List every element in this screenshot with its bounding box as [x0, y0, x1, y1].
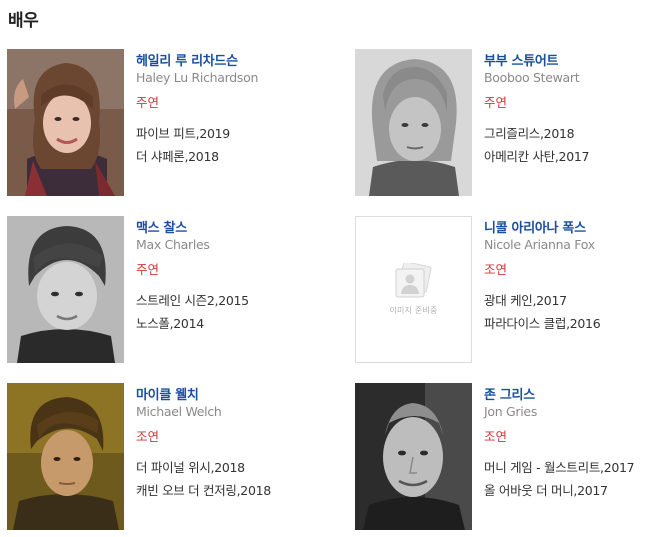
- filmography-link[interactable]: 캐빈 오브 더 컨저링,2018: [136, 480, 271, 499]
- actor-role: 주연: [484, 95, 508, 110]
- actor-portrait-image: [7, 49, 124, 196]
- filmography-link[interactable]: 더 파이널 위시,2018: [136, 457, 245, 476]
- actor-role: 조연: [136, 429, 160, 444]
- actor-card: 이미지 준비중 니콜 아리아나 폭스 Nicole Arianna Fox 조연…: [355, 216, 662, 366]
- filmography-link[interactable]: 노스폴,2014: [136, 313, 204, 332]
- actor-role: 조연: [484, 429, 508, 444]
- image-placeholder-icon: [395, 263, 432, 298]
- filmography-link[interactable]: 아메리칸 사탄,2017: [484, 146, 589, 165]
- actor-card: 맥스 찰스 Max Charles 주연 스트레인 시즌2,2015 노스폴,2…: [7, 216, 327, 366]
- filmography-link[interactable]: 머니 게임 - 월스트리트,2017: [484, 457, 635, 476]
- actor-photo[interactable]: [7, 49, 124, 196]
- actor-name-link[interactable]: 니콜 아리아나 폭스: [484, 217, 586, 236]
- actor-portrait-image: [7, 216, 124, 363]
- actor-name-link[interactable]: 부부 스튜어트: [484, 50, 558, 69]
- actor-name-link[interactable]: 마이클 웰치: [136, 384, 199, 403]
- filmography-link[interactable]: 올 어바웃 더 머니,2017: [484, 480, 608, 499]
- filmography-link[interactable]: 더 샤페론,2018: [136, 146, 219, 165]
- photo-placeholder[interactable]: 이미지 준비중: [355, 216, 472, 363]
- filmography-link[interactable]: 그리즐리스,2018: [484, 123, 575, 142]
- actor-photo[interactable]: [7, 216, 124, 363]
- actor-role: 주연: [136, 262, 160, 277]
- actor-english-name: Michael Welch: [136, 404, 222, 419]
- filmography-link[interactable]: 스트레인 시즌2,2015: [136, 290, 249, 309]
- actor-english-name: Nicole Arianna Fox: [484, 237, 595, 252]
- actor-portrait-image: [355, 49, 472, 196]
- actor-card: 헤일리 루 리차드슨 Haley Lu Richardson 주연 파이브 피트…: [7, 49, 327, 199]
- actor-portrait-image: [7, 383, 124, 530]
- actor-english-name: Haley Lu Richardson: [136, 70, 259, 85]
- filmography-link[interactable]: 광대 케인,2017: [484, 290, 567, 309]
- actor-english-name: Booboo Stewart: [484, 70, 580, 85]
- actor-name-link[interactable]: 맥스 찰스: [136, 217, 187, 236]
- actor-card: 부부 스튜어트 Booboo Stewart 주연 그리즐리스,2018 아메리…: [355, 49, 662, 199]
- actor-card: 존 그리스 Jon Gries 조연 머니 게임 - 월스트리트,2017 올 …: [355, 383, 662, 533]
- actor-name-link[interactable]: 존 그리스: [484, 384, 535, 403]
- actor-photo[interactable]: [355, 49, 472, 196]
- actor-role: 주연: [136, 95, 160, 110]
- actor-photo[interactable]: [7, 383, 124, 530]
- filmography-link[interactable]: 파라다이스 클럽,2016: [484, 313, 601, 332]
- actor-card: 마이클 웰치 Michael Welch 조연 더 파이널 위시,2018 캐빈…: [7, 383, 327, 533]
- actor-list: 헤일리 루 리차드슨 Haley Lu Richardson 주연 파이브 피트…: [0, 0, 662, 537]
- actor-name-link[interactable]: 헤일리 루 리차드슨: [136, 50, 238, 69]
- actor-english-name: Max Charles: [136, 237, 210, 252]
- placeholder-text: 이미지 준비중: [389, 306, 438, 315]
- actor-photo[interactable]: [355, 383, 472, 530]
- actor-english-name: Jon Gries: [484, 404, 538, 419]
- actor-role: 조연: [484, 262, 508, 277]
- actor-portrait-image: [355, 383, 472, 530]
- filmography-link[interactable]: 파이브 피트,2019: [136, 123, 230, 142]
